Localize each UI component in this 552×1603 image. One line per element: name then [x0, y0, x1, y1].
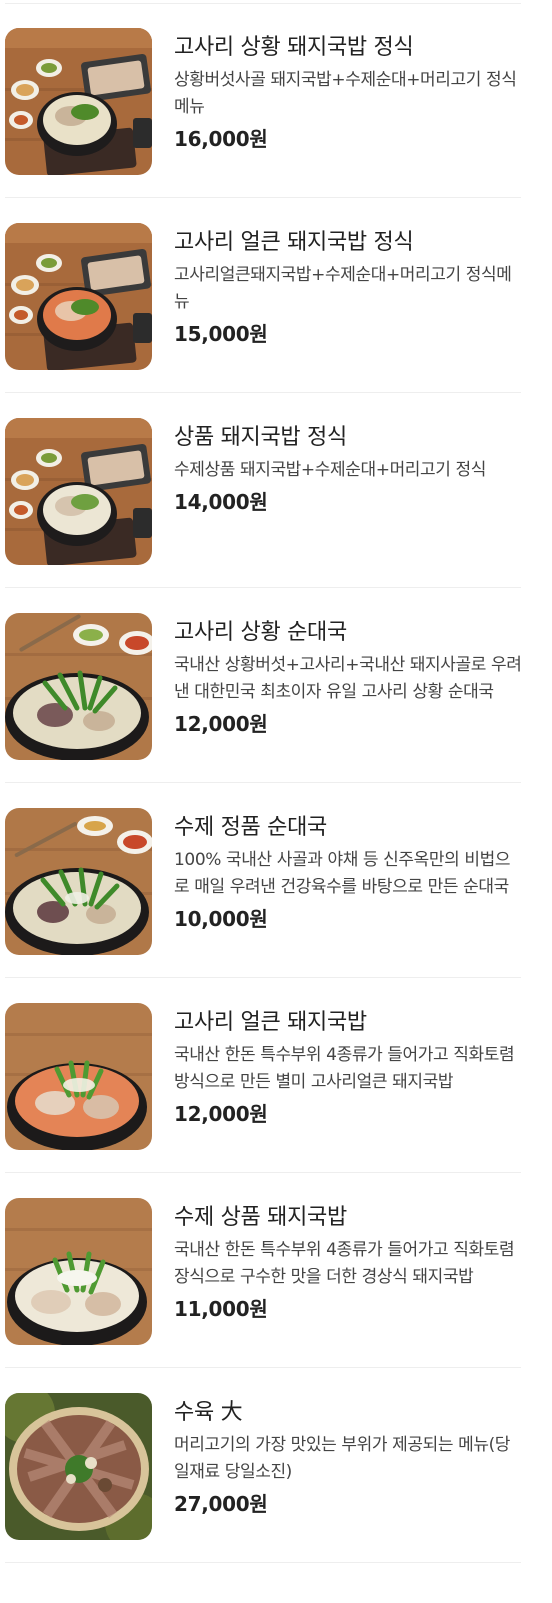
menu-item-name: 상품 돼지국밥 정식	[174, 425, 347, 450]
menu-item-description: 국내산 한돈 특수부위 4종류가 들어가고 직화토렴 장식으로 구수한 맛을 더…	[174, 1240, 515, 1287]
menu-item-price: 16,000원	[174, 127, 268, 151]
menu-item-price: 12,000원	[174, 712, 268, 736]
divider	[5, 1562, 521, 1563]
menu-item-description: 수제상품 돼지국밥+수제순대+머리고기 정식	[174, 460, 487, 480]
menu-item[interactable]: 수제 정품 순대국 100% 국내산 사골과 야채 등 신주옥만의 비법으로 매…	[0, 783, 552, 978]
menu-item-description: 머리고기의 가장 맛있는 부위가 제공되는 메뉴(당일재료 당일소진)	[174, 1435, 511, 1482]
menu-item-photo	[5, 28, 152, 175]
menu-item-name: 고사리 상황 돼지국밥 정식	[174, 35, 414, 60]
menu-item[interactable]: 고사리 얼큰 돼지국밥 정식 고사리얼큰돼지국밥+수제순대+머리고기 정식메뉴 …	[0, 198, 552, 393]
menu-item[interactable]: 수육 大 머리고기의 가장 맛있는 부위가 제공되는 메뉴(당일재료 당일소진)…	[0, 1368, 552, 1563]
menu-item-photo	[5, 1198, 152, 1345]
menu-item-price: 10,000원	[174, 907, 268, 931]
menu-item-name: 수제 상품 돼지국밥	[174, 1205, 347, 1230]
menu-item[interactable]: 고사리 상황 순대국 국내산 상황버섯+고사리+국내산 돼지사골로 우려낸 대한…	[0, 588, 552, 783]
menu-item-name: 고사리 상황 순대국	[174, 620, 347, 645]
menu-item-price: 27,000원	[174, 1492, 268, 1516]
menu-item-price: 11,000원	[174, 1297, 268, 1321]
menu-item-price: 12,000원	[174, 1102, 268, 1126]
menu-item[interactable]: 고사리 상황 돼지국밥 정식 상황버섯사골 돼지국밥+수제순대+머리고기 정식메…	[0, 3, 552, 198]
menu-item-price: 14,000원	[174, 490, 268, 514]
menu-item-description: 고사리얼큰돼지국밥+수제순대+머리고기 정식메뉴	[174, 265, 512, 312]
menu-item-photo	[5, 1393, 152, 1540]
menu-item-name: 수육 大	[174, 1400, 243, 1425]
menu-item-photo	[5, 223, 152, 370]
menu-item-price: 15,000원	[174, 322, 268, 346]
menu-list: 고사리 상황 돼지국밥 정식 상황버섯사골 돼지국밥+수제순대+머리고기 정식메…	[0, 0, 552, 1603]
menu-item[interactable]: 수제 상품 돼지국밥 국내산 한돈 특수부위 4종류가 들어가고 직화토렴 장식…	[0, 1173, 552, 1368]
menu-item-photo	[5, 613, 152, 760]
menu-item-description: 국내산 한돈 특수부위 4종류가 들어가고 직화토렴 방식으로 만든 별미 고사…	[174, 1045, 515, 1092]
menu-item-name: 고사리 얼큰 돼지국밥	[174, 1010, 367, 1035]
menu-item-name: 고사리 얼큰 돼지국밥 정식	[174, 230, 414, 255]
menu-item-photo	[5, 808, 152, 955]
menu-item-name: 수제 정품 순대국	[174, 815, 327, 840]
menu-item[interactable]: 고사리 얼큰 돼지국밥 국내산 한돈 특수부위 4종류가 들어가고 직화토렴 방…	[0, 978, 552, 1173]
menu-item-description: 100% 국내산 사골과 야채 등 신주옥만의 비법으로 매일 우려낸 건강육수…	[174, 850, 511, 897]
menu-item[interactable]: 상품 돼지국밥 정식 수제상품 돼지국밥+수제순대+머리고기 정식 14,000…	[0, 393, 552, 588]
menu-item-description: 국내산 상황버섯+고사리+국내산 돼지사골로 우려낸 대한민국 최초이자 유일 …	[174, 655, 522, 702]
menu-item-photo	[5, 418, 152, 565]
menu-item-photo	[5, 1003, 152, 1150]
menu-item-description: 상황버섯사골 돼지국밥+수제순대+머리고기 정식메뉴	[174, 70, 517, 117]
